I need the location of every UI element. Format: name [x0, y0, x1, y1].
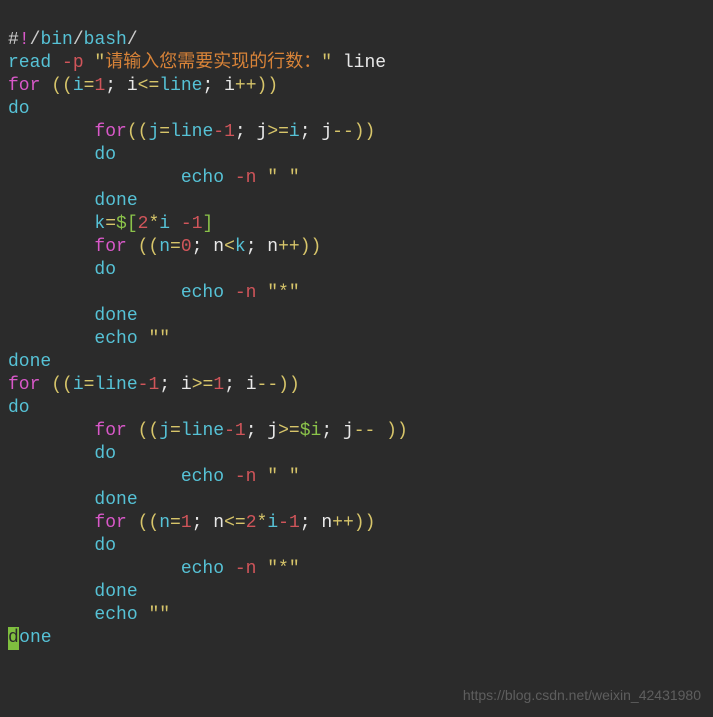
code-line: k=$[2*i -1]: [8, 214, 213, 234]
code-line: for ((i=line-1; i>=1; i--)): [8, 375, 300, 395]
code-line: do: [8, 260, 116, 280]
cursor: d: [8, 627, 19, 650]
code-line: done: [8, 582, 138, 602]
code-line: echo "": [8, 605, 170, 625]
code-line: do: [8, 145, 116, 165]
code-line: for((j=line-1; j>=i; j--)): [8, 122, 375, 142]
code-line: do: [8, 99, 30, 119]
code-line: echo -n "*": [8, 559, 300, 579]
code-line: for ((n=1; n<=2*i-1; n++)): [8, 513, 375, 533]
code-line: for ((j=line-1; j>=$i; j-- )): [8, 421, 408, 441]
code-line: echo "": [8, 329, 170, 349]
code-line: done: [8, 490, 138, 510]
code-line: echo -n " ": [8, 168, 300, 188]
code-line: do: [8, 444, 116, 464]
code-block: #!/bin/bash/ read -p "请输入您需要实现的行数：" line…: [8, 6, 705, 650]
code-line: for ((i=1; i<=line; i++)): [8, 76, 278, 96]
code-line: read -p "请输入您需要实现的行数：" line: [8, 53, 386, 73]
code-line: done: [8, 628, 52, 648]
code-line: done: [8, 306, 138, 326]
code-line: do: [8, 398, 30, 418]
code-line: #!/bin/bash/: [8, 30, 138, 50]
watermark-text: https://blog.csdn.net/weixin_42431980: [463, 684, 701, 707]
code-line: do: [8, 536, 116, 556]
code-line: echo -n " ": [8, 467, 300, 487]
code-line: for ((n=0; n<k; n++)): [8, 237, 321, 257]
code-line: done: [8, 352, 51, 372]
code-line: echo -n "*": [8, 283, 300, 303]
code-line: done: [8, 191, 138, 211]
